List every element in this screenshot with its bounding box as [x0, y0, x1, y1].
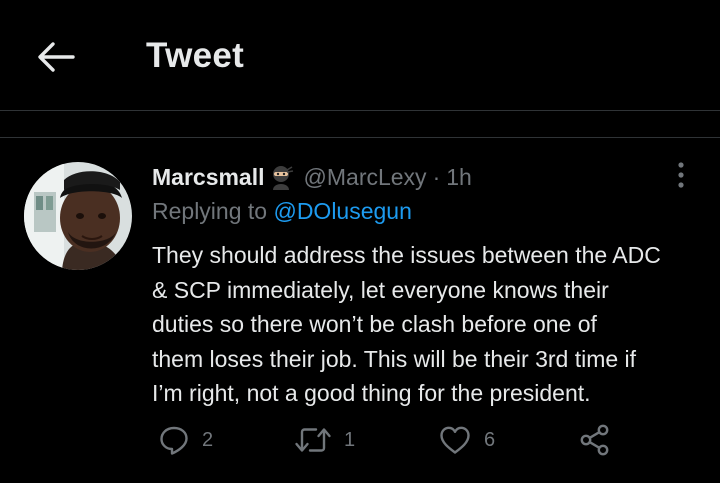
like-count: 6	[484, 428, 496, 451]
more-options-button[interactable]	[664, 158, 698, 192]
section-divider	[0, 137, 720, 138]
page-title: Tweet	[146, 36, 245, 75]
reply-count: 2	[202, 428, 214, 451]
share-icon	[580, 424, 609, 456]
tweet-text-line: & SCP immediately, let everyone knows th…	[152, 276, 609, 303]
like-button[interactable]: 6	[438, 420, 495, 460]
tweet-text-line: I’m right, not a good thing for the pres…	[152, 380, 591, 406]
replying-prefix: Replying to	[152, 198, 268, 224]
retweet-count: 1	[344, 428, 356, 451]
tweet-text-line: them loses their job. This will be their…	[152, 345, 637, 372]
tweet-actions: 2 1 6	[0, 420, 720, 460]
avatar[interactable]	[24, 162, 132, 270]
tweet-time[interactable]: 1h	[446, 164, 472, 191]
tweet-header: Marcsmall @MarcLexy · 1h	[152, 162, 472, 192]
share-button[interactable]	[578, 420, 612, 460]
tweet-page: Tweet Marcsmall @MarcLexy · 1h Replying …	[0, 0, 720, 483]
top-header: Tweet	[0, 0, 720, 110]
reply-button[interactable]: 2	[158, 420, 213, 460]
heart-icon	[440, 426, 470, 454]
header-divider	[0, 110, 720, 111]
back-button[interactable]	[30, 36, 82, 78]
retweet-icon	[295, 428, 331, 452]
tweet-text-line: duties so there won’t be clash before on…	[152, 311, 597, 337]
mention-link[interactable]: @DOlusegun	[273, 198, 411, 224]
ninja-emoji-icon	[268, 164, 294, 190]
tweet-text: They should address the issues between t…	[152, 238, 712, 411]
avatar-image	[24, 162, 132, 270]
arrow-left-icon	[38, 42, 75, 72]
reply-icon	[160, 426, 188, 455]
separator-dot: ·	[432, 163, 441, 190]
replying-to: Replying to @DOlusegun	[152, 198, 412, 225]
tweet-text-line: They should address the issues between t…	[152, 242, 661, 268]
author-handle[interactable]: @MarcLexy	[304, 164, 427, 191]
retweet-button[interactable]: 1	[294, 420, 355, 460]
more-vertical-icon	[678, 162, 684, 188]
author-name[interactable]: Marcsmall	[152, 164, 265, 191]
